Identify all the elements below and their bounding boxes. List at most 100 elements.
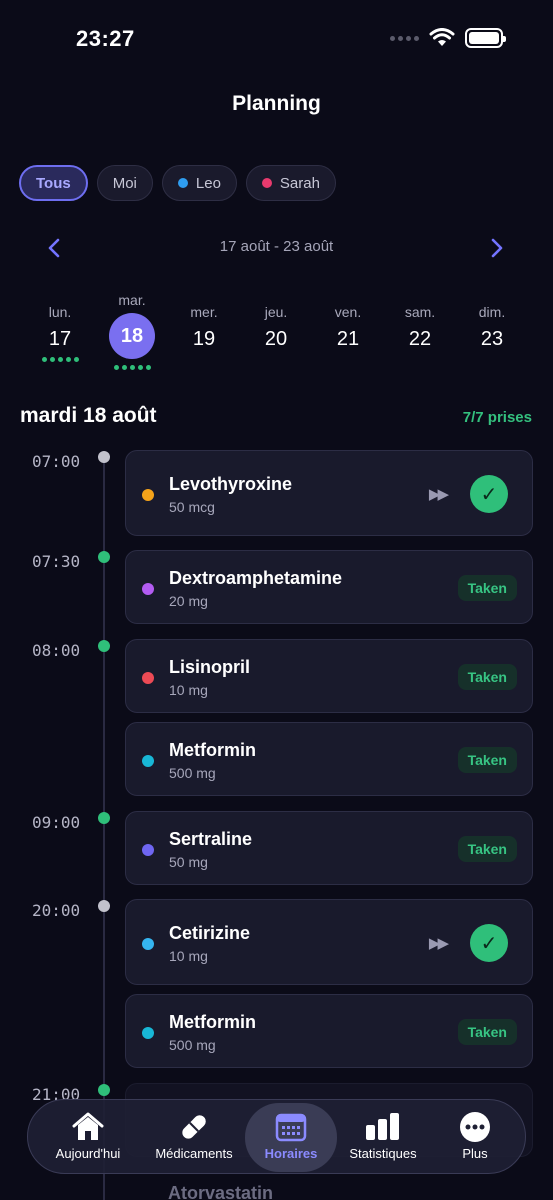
day-number: 21	[336, 328, 360, 350]
med-color-dot	[142, 1027, 154, 1039]
med-card[interactable]: Levothyroxine 50 mcg ▶▶ ✓	[125, 450, 533, 536]
med-card[interactable]: Cetirizine 10 mg ▶▶ ✓	[125, 899, 533, 985]
skip-icon[interactable]: ▶▶	[429, 485, 449, 503]
chevron-right-icon[interactable]	[489, 234, 505, 262]
time-label: 08:00	[32, 641, 81, 660]
med-card[interactable]: Sertraline 50 mg Taken	[125, 811, 533, 885]
tab-today[interactable]: Aujourd'hui	[41, 1100, 135, 1175]
taken-badge: Taken	[457, 747, 517, 773]
filter-label: Leo	[195, 174, 221, 192]
med-name: Metformin	[169, 740, 256, 760]
day-tue[interactable]: mar. 18	[96, 290, 168, 370]
dose-dots	[41, 357, 79, 362]
day-mon[interactable]: lun. 17	[24, 290, 96, 370]
day-sun[interactable]: dim. 23	[456, 290, 528, 370]
day-name: lun.	[48, 304, 72, 320]
filter-all[interactable]: Tous	[19, 165, 88, 201]
tab-label: Aujourd'hui	[55, 1146, 121, 1161]
home-icon	[71, 1111, 105, 1143]
med-color-dot	[142, 755, 154, 767]
week-navigator: 17 août - 23 août	[0, 232, 553, 266]
mark-taken-button[interactable]: ✓	[470, 924, 508, 962]
med-dose: 50 mcg	[169, 499, 215, 515]
med-color-dot	[142, 938, 154, 950]
day-name: mar.	[118, 292, 146, 308]
timeline-dot	[98, 640, 110, 652]
selected-date-heading: mardi 18 août	[20, 404, 157, 427]
tab-label: Horaires	[264, 1146, 318, 1161]
check-icon: ✓	[480, 483, 498, 506]
battery-icon	[465, 28, 506, 48]
med-dose: 500 mg	[169, 1037, 216, 1053]
bar-chart-icon	[364, 1111, 402, 1143]
taken-badge: Taken	[457, 575, 517, 601]
med-name: Dextroamphetamine	[169, 568, 343, 588]
time-label: 07:30	[32, 552, 81, 571]
med-dose: 10 mg	[169, 948, 208, 964]
person-filters: Tous Moi Leo Sarah	[19, 165, 336, 201]
med-card[interactable]: Lisinopril 10 mg Taken	[125, 639, 533, 713]
day-wed[interactable]: mer. 19	[168, 290, 240, 370]
time-label: 20:00	[32, 901, 81, 920]
day-name: dim.	[478, 304, 506, 320]
check-icon: ✓	[480, 932, 498, 955]
med-color-dot	[142, 583, 154, 595]
timeline-dot	[98, 451, 110, 463]
timeline-dot	[98, 812, 110, 824]
taken-badge: Taken	[457, 1019, 517, 1045]
tab-medications[interactable]: Médicaments	[147, 1100, 241, 1175]
med-card[interactable]: Metformin 500 mg Taken	[125, 722, 533, 796]
med-name: Atorvastatin	[168, 1183, 274, 1200]
day-thu[interactable]: jeu. 20	[240, 290, 312, 370]
day-fri[interactable]: ven. 21	[312, 290, 384, 370]
tab-label: Statistiques	[349, 1146, 417, 1161]
skip-icon[interactable]: ▶▶	[429, 934, 449, 952]
tab-more[interactable]: Plus	[428, 1100, 522, 1175]
med-name: Sertraline	[169, 829, 253, 849]
timeline-dot	[98, 900, 110, 912]
day-name: jeu.	[264, 304, 288, 320]
wifi-icon	[429, 28, 455, 46]
day-number: 18	[109, 313, 155, 359]
med-name: Metformin	[169, 1012, 256, 1032]
person-color-dot	[261, 178, 272, 188]
day-number: 17	[48, 328, 72, 350]
med-color-dot	[142, 672, 154, 684]
taken-badge: Taken	[457, 664, 517, 690]
timeline-dot	[98, 551, 110, 563]
mark-taken-button[interactable]: ✓	[470, 475, 508, 513]
timeline-dot	[98, 1084, 110, 1096]
filter-sarah[interactable]: Sarah	[245, 165, 336, 201]
person-color-dot	[177, 178, 188, 188]
time-label: 09:00	[32, 813, 81, 832]
filter-label: Sarah	[279, 174, 320, 192]
med-card[interactable]: Metformin 500 mg Taken	[125, 994, 533, 1068]
filter-me[interactable]: Moi	[96, 165, 153, 201]
signal-icon	[390, 35, 419, 41]
week-days: lun. 17 mar. 18 mer. 19 jeu. 20 ven. 21 …	[24, 290, 528, 370]
tab-schedule[interactable]: Horaires	[244, 1100, 338, 1175]
tab-statistics[interactable]: Statistiques	[336, 1100, 430, 1175]
status-time: 23:27	[76, 26, 135, 51]
med-color-dot	[142, 844, 154, 856]
tab-label: Plus	[462, 1146, 488, 1161]
med-dose: 500 mg	[169, 765, 216, 781]
day-sat[interactable]: sam. 22	[384, 290, 456, 370]
more-icon	[459, 1111, 491, 1143]
day-number: 22	[408, 328, 432, 350]
day-name: mer.	[190, 304, 218, 320]
day-number: 23	[480, 328, 504, 350]
med-card[interactable]: Dextroamphetamine 20 mg Taken	[125, 550, 533, 624]
filter-leo[interactable]: Leo	[161, 165, 237, 201]
med-color-dot	[142, 489, 154, 501]
day-name: sam.	[404, 304, 436, 320]
dose-dots	[113, 365, 151, 370]
takes-count: 7/7 prises	[462, 409, 532, 426]
pill-icon	[177, 1111, 211, 1143]
week-range-label: 17 août - 23 août	[219, 238, 334, 255]
taken-badge: Taken	[457, 836, 517, 862]
status-icons	[390, 28, 506, 48]
day-number: 20	[264, 328, 288, 350]
filter-label: Moi	[112, 174, 137, 192]
tab-label: Médicaments	[155, 1146, 233, 1161]
